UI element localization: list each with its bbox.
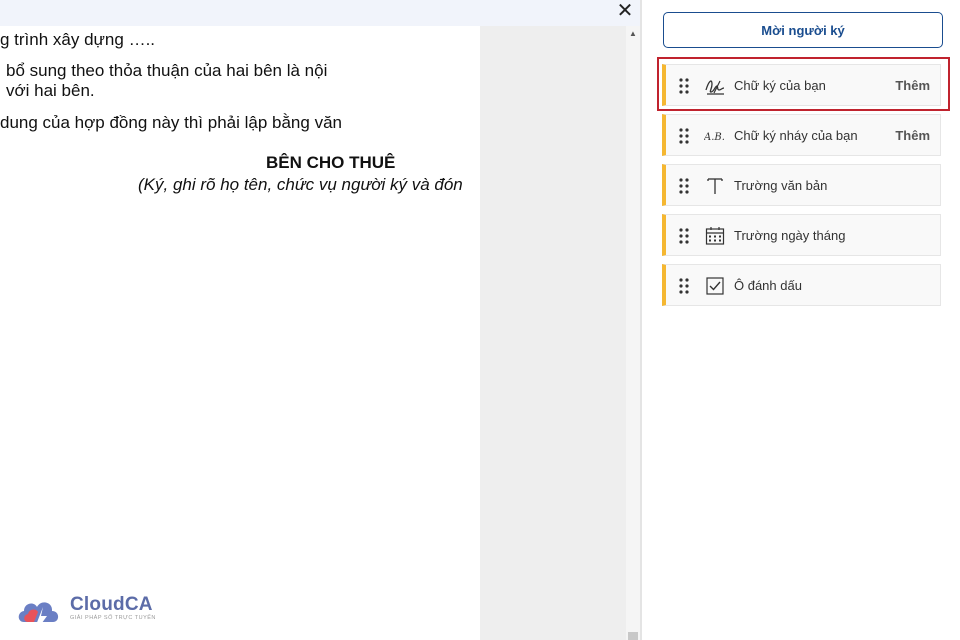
logo-tagline: GIẢI PHÁP SỐ TRỰC TUYẾN (70, 615, 156, 621)
drag-handle-icon[interactable] (679, 228, 689, 244)
field-item-initials[interactable]: A.B. Chữ ký nháy của bạn Thêm (662, 114, 941, 156)
field-label: Ô đánh dấu (734, 278, 802, 293)
scroll-up-icon[interactable]: ▲ (626, 28, 640, 40)
drag-handle-icon[interactable] (679, 78, 689, 94)
close-icon[interactable]: ✕ (613, 0, 637, 22)
add-initials-button[interactable]: Thêm (895, 128, 930, 143)
scroll-thumb[interactable] (628, 632, 638, 640)
field-item-date[interactable]: Trường ngày tháng (662, 214, 941, 256)
drag-handle-icon[interactable] (679, 178, 689, 194)
signature-icon (705, 80, 725, 95)
field-item-text[interactable]: Trường văn bản (662, 164, 941, 206)
drag-handle-icon[interactable] (679, 128, 689, 144)
document-line: dung của hợp đồng này thì phải lập bằng … (0, 113, 342, 132)
party-signature-note: (Ký, ghi rõ họ tên, chức vụ người ký và … (138, 175, 463, 194)
field-item-checkbox[interactable]: Ô đánh dấu (662, 264, 941, 306)
cloud-logo-icon (18, 602, 59, 627)
field-label: Chữ ký của bạn (734, 78, 826, 93)
invite-signer-button[interactable]: Mời người ký (663, 12, 943, 48)
field-label: Chữ ký nháy của bạn (734, 128, 858, 143)
text-icon (707, 178, 723, 194)
calendar-icon (705, 227, 725, 245)
viewer-toolbar (0, 0, 640, 26)
drag-handle-icon[interactable] (679, 278, 689, 294)
cloudca-logo: CloudCA GIẢI PHÁP SỐ TRỰC TUYẾN (16, 592, 166, 628)
add-signature-button[interactable]: Thêm (895, 78, 930, 93)
logo-name: CloudCA (70, 594, 153, 615)
signature-fields-panel: Mời người ký Chữ ký của bạn Thêm A.B. Ch… (642, 0, 960, 640)
document-line: g trình xây dựng ….. (0, 30, 156, 49)
svg-text:A.B.: A.B. (704, 132, 725, 143)
initials-icon: A.B. (704, 132, 725, 143)
document-line: với hai bên. (6, 81, 95, 100)
party-title: BÊN CHO THUÊ (266, 153, 396, 172)
checkbox-icon (706, 277, 724, 295)
document-line: bổ sung theo thỏa thuận của hai bên là n… (6, 61, 328, 80)
document-viewer: ✕ g trình xây dựng ….. bổ sung theo thỏa… (0, 0, 640, 640)
viewer-scrollbar[interactable]: ▲ (626, 26, 640, 640)
field-label: Trường ngày tháng (734, 228, 846, 243)
document-page: g trình xây dựng ….. bổ sung theo thỏa t… (0, 26, 480, 640)
viewer-background (480, 26, 626, 640)
field-item-signature[interactable]: Chữ ký của bạn Thêm (662, 64, 941, 106)
field-label: Trường văn bản (734, 178, 828, 193)
